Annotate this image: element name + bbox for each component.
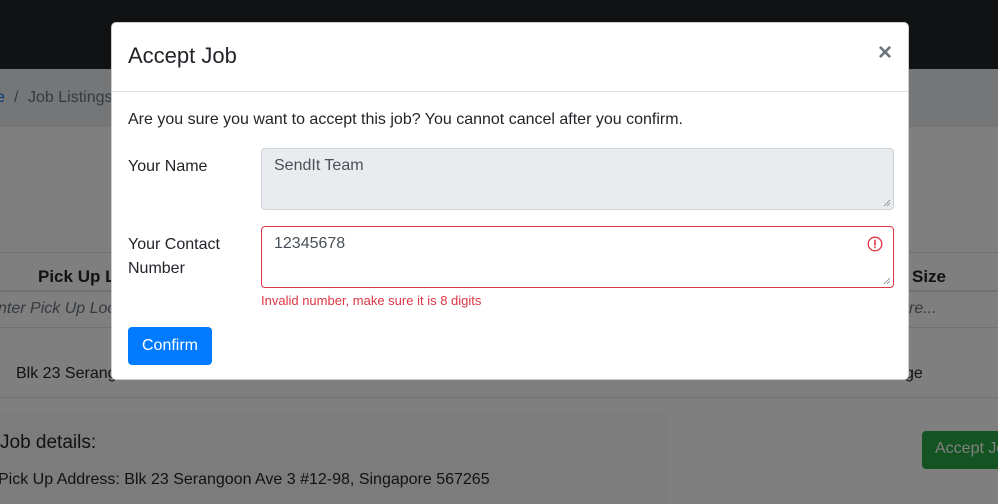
contact-number-field[interactable]: 12345678	[261, 226, 894, 288]
modal-title: Accept Job	[128, 43, 237, 68]
contact-number-label: Your Contact Number	[128, 236, 220, 277]
confirm-button[interactable]: Confirm	[128, 327, 212, 365]
name-label: Your Name	[128, 158, 208, 175]
contact-number-error: Invalid number, make sure it is 8 digits	[261, 293, 482, 308]
name-field-value: SendIt Team	[274, 157, 364, 174]
exclamation-circle-icon	[867, 236, 883, 252]
resize-grip-icon[interactable]	[883, 277, 891, 285]
close-icon[interactable]: ×	[878, 41, 892, 65]
modal-header: Accept Job ×	[112, 23, 908, 92]
contact-number-value: 12345678	[274, 235, 346, 252]
resize-grip-icon[interactable]	[883, 199, 891, 207]
accept-job-modal: Accept Job × Are you sure you want to ac…	[111, 22, 909, 380]
name-field: SendIt Team	[261, 148, 894, 210]
confirm-message: Are you sure you want to accept this job…	[128, 111, 683, 128]
